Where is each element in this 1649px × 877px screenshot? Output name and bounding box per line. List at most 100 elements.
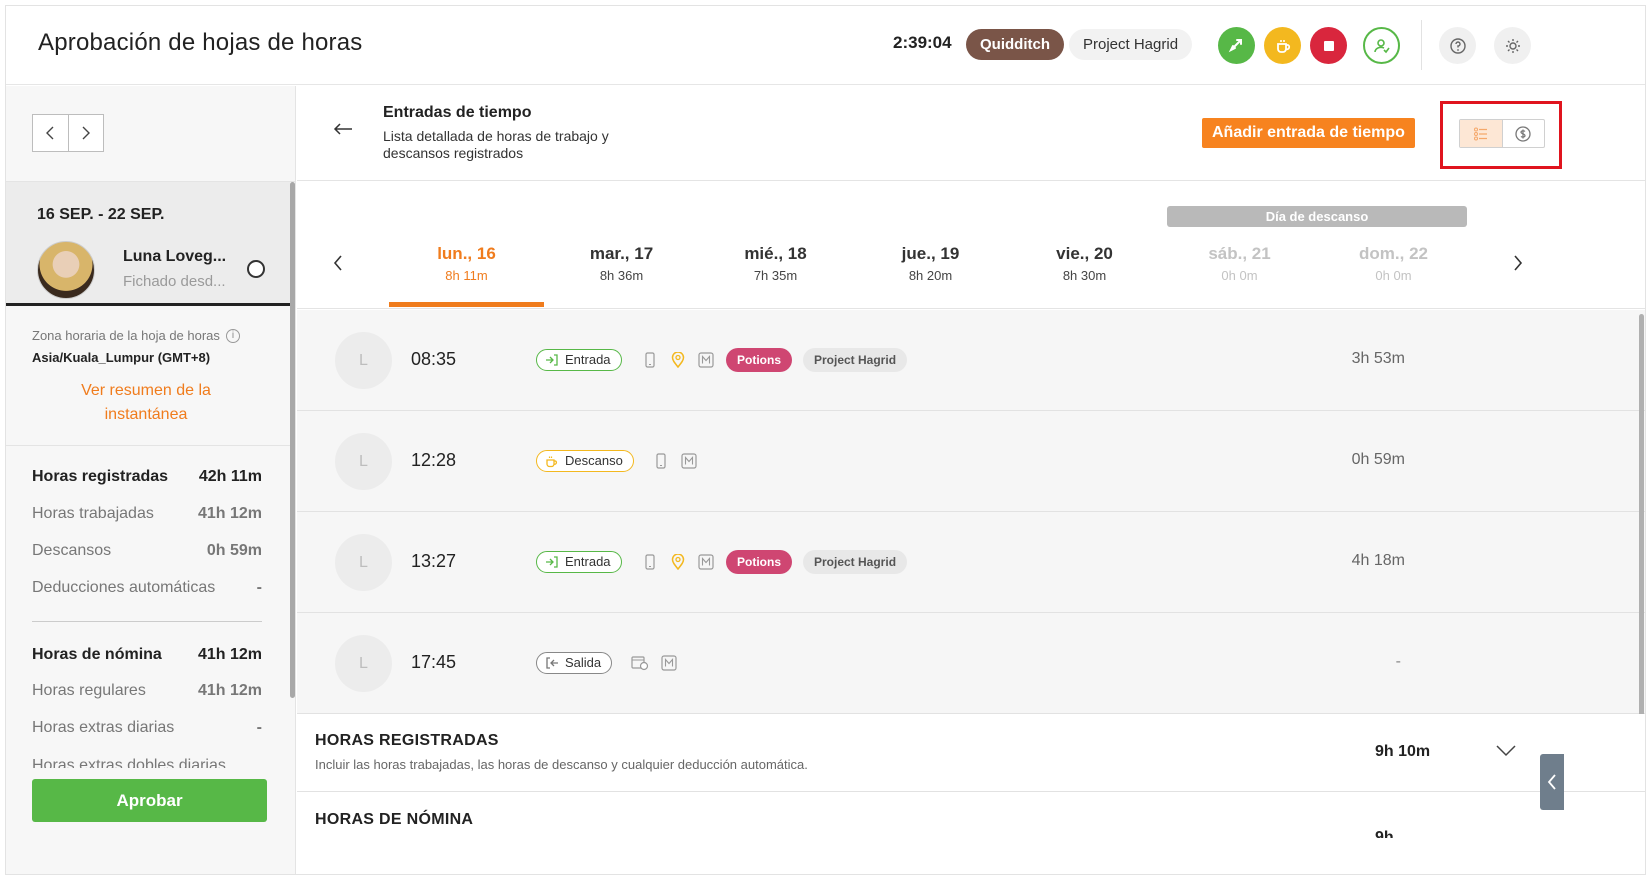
summary-key: Horas extras diarias (32, 719, 175, 736)
info-icon[interactable]: i (226, 329, 240, 343)
clock-out-button[interactable] (1310, 27, 1347, 64)
tracked-hours-title: HORAS REGISTRADAS (315, 732, 499, 749)
clock-out-icon (546, 657, 558, 669)
employee-status: Fichado desd... (123, 273, 226, 290)
day-name: jue., 19 (901, 244, 960, 263)
current-activity-pill[interactable]: Quidditch (966, 29, 1064, 60)
entry-avatar: L (335, 332, 392, 389)
summary-value: 41h 12m (197, 646, 262, 663)
week-navigation (32, 114, 104, 152)
entry-avatar: L (335, 534, 392, 591)
time-entry-row[interactable]: L 08:35 Entrada Potions Project Hagrid 3… (297, 310, 1645, 411)
time-entry-row[interactable]: L 13:27 Entrada Potions Project Hagrid 4… (297, 512, 1645, 613)
snapshot-summary-link[interactable]: Ver resumen de la instantánea (66, 379, 226, 427)
select-employee-radio[interactable] (247, 260, 265, 278)
back-button[interactable] (333, 116, 353, 142)
day-tab[interactable]: mié., 18 7h 35m (698, 244, 853, 283)
location-pin-icon (671, 554, 685, 570)
main-panel: Entradas de tiempo Lista detallada de ho… (297, 86, 1645, 874)
next-day-button[interactable] (1513, 254, 1523, 277)
day-off-bar: Día de descanso (1167, 206, 1467, 227)
stop-icon (1323, 40, 1334, 51)
scrollbar[interactable] (1639, 314, 1644, 734)
entry-type-badge: Entrada (536, 551, 622, 573)
day-tab[interactable]: lun., 16 8h 11m (389, 244, 544, 283)
header-divider (1421, 20, 1422, 70)
entry-type-label: Descanso (565, 453, 623, 468)
app-window: Aprobación de hojas de horas 2:39:04 Qui… (5, 5, 1646, 875)
scrollbar[interactable] (290, 182, 295, 698)
day-tab[interactable]: dom., 22 0h 0m (1316, 244, 1471, 283)
user-check-icon (1373, 38, 1390, 53)
entry-duration: - (1395, 653, 1401, 670)
chevron-down-icon[interactable] (1495, 744, 1517, 758)
summary-row: Deducciones automáticas - (32, 579, 262, 597)
day-name: lun., 16 (437, 244, 496, 263)
clock-in-icon (546, 556, 558, 568)
payroll-hours-title: HORAS DE NÓMINA (315, 811, 474, 828)
summary-value: - (256, 579, 262, 596)
timezone-label: Zona horaria de la hoja de horas (32, 328, 220, 343)
employee-timesheet-card[interactable]: 16 SEP. - 22 SEP. Luna Loveg... Fichado … (6, 182, 290, 306)
day-hours: 8h 20m (908, 268, 953, 283)
day-selector: Día de descanso lun., 16 8h 11m mar., 17… (297, 182, 1645, 309)
section-description: Lista detallada de horas de trabajo y de… (383, 128, 609, 161)
entry-type-badge: Salida (536, 652, 613, 674)
summary-key: Deducciones automáticas (32, 579, 216, 596)
switch-activity-button[interactable] (1218, 27, 1255, 64)
approve-button[interactable]: Aprobar (32, 779, 267, 822)
summary-value: 42h 11m (198, 468, 262, 485)
switch-icon (1228, 38, 1242, 52)
previous-day-button[interactable] (333, 254, 343, 277)
take-break-button[interactable] (1264, 27, 1301, 64)
mobile-icon (645, 352, 655, 368)
user-status-button[interactable] (1363, 27, 1400, 64)
project-badge: Project Hagrid (803, 550, 908, 574)
summary-value: 41h 12m (197, 682, 262, 699)
active-day-indicator (389, 302, 544, 307)
day-tab[interactable]: sáb., 21 0h 0m (1162, 244, 1317, 283)
entry-time: 12:28 (411, 450, 457, 470)
payroll-hours-section[interactable]: HORAS DE NÓMINA 9h 11m (297, 793, 1645, 874)
next-week-button[interactable] (69, 115, 104, 151)
tracked-hours-section[interactable]: HORAS REGISTRADAS Incluir las horas trab… (297, 714, 1645, 792)
entry-type-label: Entrada (565, 352, 611, 367)
day-hours: 7h 35m (753, 268, 798, 283)
entry-type-label: Salida (565, 655, 602, 670)
coffee-icon (546, 456, 558, 467)
summary-key: Horas de nómina (32, 646, 162, 663)
mobile-icon (645, 554, 655, 570)
day-name: mar., 17 (589, 244, 654, 263)
time-entry-row[interactable]: L 12:28 Descanso 0h 59m (297, 411, 1645, 512)
settings-icon (1505, 38, 1520, 53)
side-panel-toggle[interactable] (1540, 754, 1564, 810)
previous-week-button[interactable] (33, 115, 69, 151)
help-button[interactable] (1439, 27, 1476, 64)
time-entries-list: L 08:35 Entrada Potions Project Hagrid 3… (297, 310, 1645, 714)
help-icon (1449, 37, 1466, 54)
entry-time: 08:35 (411, 349, 457, 369)
day-tab[interactable]: jue., 19 8h 20m (853, 244, 1008, 283)
entry-duration: 0h 59m (1351, 451, 1405, 468)
day-tab[interactable]: vie., 20 8h 30m (1007, 244, 1162, 283)
day-hours: 8h 30m (1062, 268, 1107, 283)
current-project-pill[interactable]: Project Hagrid (1069, 29, 1193, 60)
manual-entry-icon (698, 352, 714, 368)
activity-badge: Potions (726, 348, 792, 372)
entry-avatar: L (335, 635, 392, 692)
summary-row-partial: Horas extras dobles diarias (32, 758, 226, 768)
settings-button[interactable] (1494, 27, 1531, 64)
chevron-right-icon (1514, 255, 1523, 271)
time-entry-row[interactable]: L 17:45 Salida - (297, 613, 1645, 714)
activity-badge: Potions (726, 550, 792, 574)
section-title: Entradas de tiempo (383, 104, 532, 121)
week-range: 16 SEP. - 22 SEP. (37, 206, 165, 223)
manual-entry-icon (681, 453, 697, 469)
day-tab[interactable]: mar., 17 8h 36m (544, 244, 699, 283)
day-name: dom., 22 (1359, 244, 1428, 263)
add-time-entry-button[interactable]: Añadir entrada de tiempo (1202, 118, 1415, 148)
summary-value: 0h 59m (206, 542, 262, 559)
employee-name: Luna Loveg... (123, 248, 227, 265)
annotation-highlight-box (1440, 101, 1562, 169)
arrow-left-icon (333, 123, 352, 135)
